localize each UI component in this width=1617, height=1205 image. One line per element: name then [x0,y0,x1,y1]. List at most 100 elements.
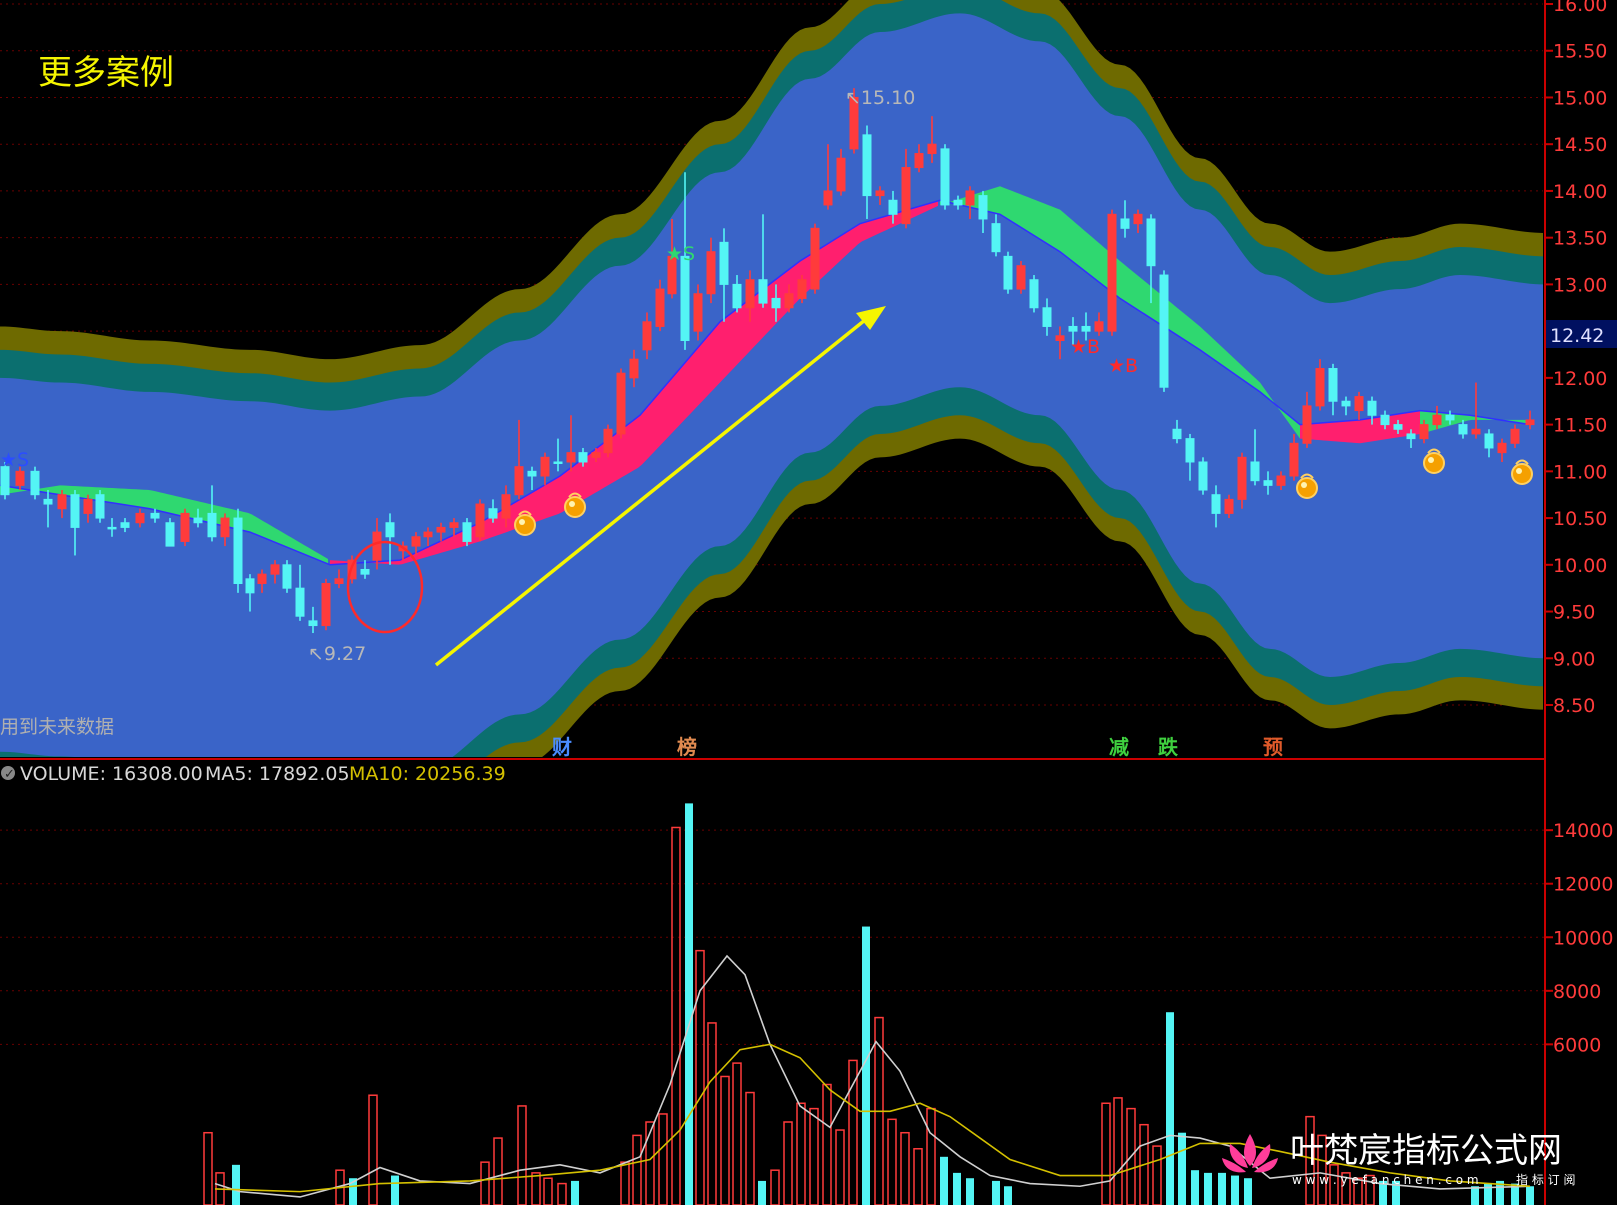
volume-bar [1101,1102,1111,1205]
candle [810,223,820,294]
event-marker: 财 [552,735,572,759]
buy-signal: ★B [1070,336,1100,358]
volume-bar [571,1180,579,1205]
volume-bar [926,1107,936,1205]
volume-bar [1178,1132,1186,1205]
y-tick-label: 11.50 [1553,415,1607,437]
candle [1016,261,1026,294]
stock-chart: ↖15.10 ↖9.27 ★S ★S ★B ★B 更多案例 用到未来数据 财 榜… [0,0,1617,1205]
y-tick-label: 16.00 [1553,0,1607,16]
volume-bar [531,1172,541,1205]
volume-bar [835,1129,845,1205]
volume-bar [685,803,693,1205]
y-tick-label: 10.50 [1553,508,1607,530]
watermark-sub: 指 标 订 阅 [1516,1172,1575,1187]
volume-bar [848,1059,858,1205]
volume-bar [620,1161,630,1205]
volume-value: VOLUME: 16308.00 [20,763,203,785]
svg-text:12.42: 12.42 [1550,325,1604,347]
volume-bar [232,1164,240,1205]
volume-bar [1004,1186,1012,1205]
ma5-value: MA5: 17892.05 [205,763,350,785]
event-markers: 财 榜 减 跌 预 [552,735,1283,759]
sell-signal: ★S [666,243,695,265]
high-price-label: ↖15.10 [845,87,915,109]
volume-bar [1204,1172,1212,1205]
volume-grid [0,829,1545,1045]
candle [797,275,807,304]
candle [30,466,40,500]
volume-bar [480,1161,490,1205]
y-tick-label: 6000 [1553,1034,1601,1056]
volume-header: ✓ VOLUME: 16308.00 MA5: 17892.05 MA10: 2… [1,763,506,785]
volume-bar [1218,1172,1226,1205]
candle [1107,209,1117,336]
candle [321,578,331,631]
y-tick-label: 13.00 [1553,274,1607,296]
event-marker: 减 [1109,735,1129,759]
event-marker: 跌 [1158,735,1179,759]
y-tick-label: 8.50 [1553,695,1595,717]
candle [1198,457,1208,495]
y-tick-label: 12.00 [1553,368,1607,390]
volume-bar [758,1180,766,1205]
low-price-label: ↖9.27 [308,643,366,665]
y-tick-label: 13.50 [1553,228,1607,250]
sell-signal: ★S [0,449,29,471]
volume-bar [745,1091,755,1205]
y-tick-label: 8000 [1553,981,1601,1003]
watermark-url: w w w . y e f a n c h e n . c o m [1292,1173,1479,1187]
volume-bar [493,1137,503,1205]
volume-bar [1166,1012,1174,1205]
candle [462,518,472,547]
volume-bar [796,1102,806,1205]
y-tick-label: 15.00 [1553,87,1607,109]
volume-bar [913,1148,923,1205]
candle [1003,251,1013,294]
volume-bar [887,1118,897,1205]
watermark: 叶梵宸指标公式网 w w w . y e f a n c h e n . c o… [1222,1131,1575,1187]
volume-bar [1152,1145,1162,1205]
volume-bar [900,1131,910,1205]
volume-bar [368,1094,378,1205]
lotus-logo-icon [1222,1134,1278,1173]
future-data-notice: 用到未来数据 [0,716,114,738]
volume-bar [707,1022,717,1205]
candle [1029,275,1039,313]
watermark-title: 叶梵宸指标公式网 [1290,1131,1562,1171]
volume-axis: 6000 8000 10000 12000 14000 [1545,820,1613,1056]
y-tick-label: 10.00 [1553,555,1607,577]
volume-bar [966,1178,974,1205]
volume-bar [783,1121,793,1205]
volume-bar [992,1180,1000,1205]
volume-bar [517,1105,527,1205]
y-tick-label: 14.00 [1553,181,1607,203]
current-price-tag: 12.42 [1546,320,1617,348]
volume-bar [1231,1175,1239,1205]
volume-bar [1191,1170,1199,1205]
buy-signal: ★B [1108,355,1138,377]
candle [165,518,175,547]
volume-bar [1471,1186,1479,1205]
volume-bar [632,1134,642,1205]
y-tick-label: 10000 [1553,927,1613,949]
candle [233,508,243,593]
volume-bar [1526,1186,1534,1205]
y-tick-label: 14000 [1553,820,1613,842]
volume-bar [1244,1178,1252,1205]
y-tick-label: 9.50 [1553,602,1595,624]
volume-bar [953,1172,961,1205]
page-title: 更多案例 [38,53,174,93]
volume-bar [695,949,705,1205]
volume-bar [822,1083,832,1205]
candle [603,424,613,458]
candle [95,490,105,523]
candle [616,368,626,439]
y-tick-label: 12000 [1553,874,1613,896]
volume-bar [391,1175,399,1205]
volume-bar [1113,1097,1123,1205]
candle [180,508,190,547]
volume-bar [720,1075,730,1205]
ma10-value: MA10: 20256.39 [349,763,506,785]
volume-bar [203,1131,213,1205]
